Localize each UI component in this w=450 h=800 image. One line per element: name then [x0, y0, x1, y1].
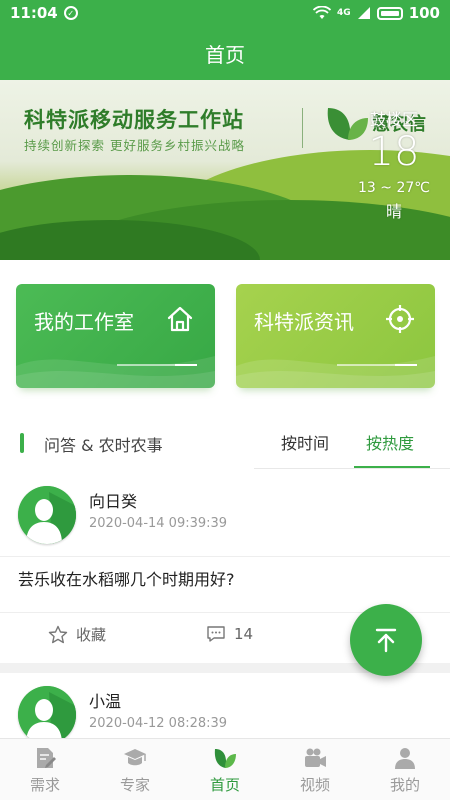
weather-range: 13 ~ 27℃ [358, 180, 430, 196]
bottom-nav: 需求 专家 首页 视频 我的 [0, 738, 450, 800]
app-header: 首页 [0, 26, 450, 80]
card-bar [117, 364, 197, 366]
status-indicators: 4G 100 [313, 4, 440, 22]
nav-label: 我的 [389, 776, 420, 794]
qa-section-header: 问答 & 农时农事 按时间 按热度 [0, 416, 450, 470]
network-type: 4G [337, 8, 351, 18]
avatar[interactable] [18, 686, 76, 744]
sync-icon: ✓ [63, 6, 78, 20]
tabs-border [254, 468, 450, 469]
comment-count: 14 [234, 625, 254, 643]
signal-icon [357, 7, 370, 19]
nav-label: 首页 [209, 776, 240, 794]
leaf-icon [214, 749, 236, 768]
user-avatar-icon [18, 486, 76, 544]
post-header[interactable]: 向日癸 2020-04-14 09:39:39 [0, 486, 450, 558]
post-time: 2020-04-12 08:28:39 [89, 716, 228, 731]
avatar[interactable] [18, 486, 76, 544]
card-my-studio[interactable]: 我的工作室 [16, 284, 215, 388]
status-time: 11:04 [10, 4, 58, 22]
home-icon [167, 306, 193, 332]
nav-label: 专家 [119, 776, 150, 794]
weather-condition: 晴 [385, 202, 402, 221]
banner-divider [302, 108, 303, 148]
document-edit-icon [37, 748, 56, 768]
graduation-cap-icon [124, 749, 146, 766]
nav-label: 视频 [299, 776, 330, 794]
comments-button[interactable]: 14 [206, 624, 253, 644]
post-divider [0, 556, 450, 557]
tab-by-time[interactable]: 按时间 [281, 430, 329, 454]
nav-item-mine[interactable]: 我的 [360, 739, 450, 800]
favorite-button[interactable]: 收藏 [48, 624, 106, 645]
weather-widget: 鼓楼区 18 13 ~ 27℃ 晴 [354, 106, 434, 222]
battery-level: 100 [408, 4, 440, 22]
section-accent [20, 433, 24, 453]
arrow-up-icon [375, 628, 397, 653]
post-author: 向日癸 [89, 492, 138, 511]
favorite-label: 收藏 [76, 626, 107, 644]
active-tab-indicator [354, 466, 430, 468]
card-bar [337, 364, 417, 366]
scroll-to-top-button[interactable] [350, 604, 422, 676]
banner[interactable]: 科特派移动服务工作站 持续创新探索 更好服务乡村振兴战略 慧农信 鼓楼区 18 … [0, 80, 450, 260]
card-label: 我的工作室 [34, 310, 134, 334]
video-camera-icon [305, 748, 326, 767]
nav-item-demand[interactable]: 需求 [0, 739, 90, 800]
card-wave [236, 356, 435, 388]
card-label: 科特派资讯 [254, 310, 354, 334]
banner-subtitle: 持续创新探索 更好服务乡村振兴战略 [24, 138, 245, 153]
star-icon [48, 625, 68, 643]
nav-item-video[interactable]: 视频 [270, 739, 360, 800]
tab-by-popularity[interactable]: 按热度 [366, 430, 414, 454]
page-title: 首页 [205, 42, 245, 67]
battery-icon [376, 6, 403, 20]
card-wave [16, 356, 215, 388]
section-title: 问答 & 农时农事 [44, 436, 163, 455]
post-question[interactable]: 芸乐收在水稻哪几个时期用好? [18, 566, 235, 590]
post-author: 小温 [89, 692, 122, 711]
post-time: 2020-04-14 09:39:39 [89, 516, 228, 531]
nav-item-expert[interactable]: 专家 [90, 739, 180, 800]
wifi-icon [313, 6, 332, 19]
target-icon [386, 305, 414, 333]
weather-temperature: 18 [368, 129, 420, 175]
banner-title: 科特派移动服务工作站 [24, 108, 244, 132]
weather-district: 鼓楼区 [369, 110, 418, 129]
nav-label: 需求 [29, 776, 60, 794]
user-avatar-icon [18, 686, 76, 744]
nav-item-home[interactable]: 首页 [180, 739, 270, 800]
card-kete-news[interactable]: 科特派资讯 [236, 284, 435, 388]
user-icon [395, 748, 415, 769]
status-bar: 11:04 ✓ 4G 100 [0, 0, 450, 26]
quick-cards: 我的工作室 科特派资讯 [16, 284, 436, 394]
comment-icon [207, 626, 225, 642]
